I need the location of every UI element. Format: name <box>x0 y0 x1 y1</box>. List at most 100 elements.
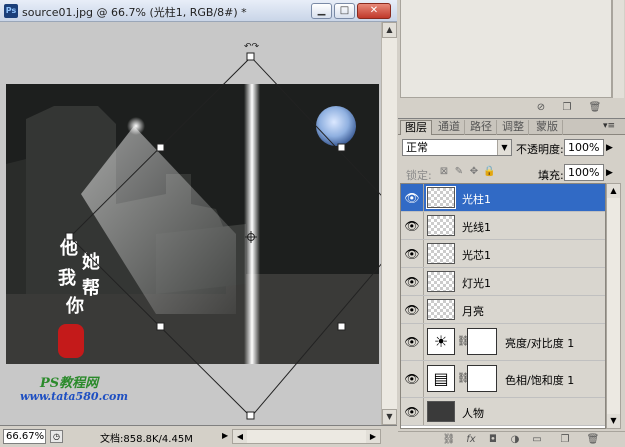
layer-name: 亮度/对比度 1 <box>505 337 575 350</box>
rotate-cursor-icon: ↶↷ <box>244 42 260 52</box>
scroll-up-arrow-icon[interactable]: ▲ <box>607 184 620 198</box>
canvas-area[interactable]: 他 她 我 帮 你 PS教程网 www.tata580.com ↶↷ <box>0 22 381 425</box>
status-bar: 66.67% ◷ 文档:858.8K/4.45M ▶ ◀ ▶ <box>0 425 397 447</box>
status-menu-arrow-icon[interactable]: ▶ <box>222 431 228 440</box>
fill-slider-arrow-icon[interactable]: ▶ <box>606 168 613 178</box>
transform-handle[interactable] <box>156 322 165 331</box>
new-item-icon[interactable]: ❐ <box>560 101 574 114</box>
eye-icon[interactable]: 👁 <box>404 190 420 206</box>
eye-icon[interactable]: 👁 <box>404 302 420 318</box>
tab-adjustments[interactable]: 调整 <box>498 120 529 135</box>
panel-tab-bar: 图层 通道 路径 调整 蒙版 ▾≡ <box>398 119 625 135</box>
lock-label: 锁定: <box>406 169 432 182</box>
cancel-circle-icon[interactable]: ⊘ <box>534 101 548 114</box>
layer-mask-thumbnail[interactable] <box>467 365 497 392</box>
eye-icon[interactable]: 👁 <box>404 371 420 387</box>
new-layer-icon[interactable]: ❐ <box>558 433 572 446</box>
chevron-down-icon[interactable]: ▼ <box>497 140 511 155</box>
upper-panel-content[interactable] <box>400 0 612 98</box>
status-info-icon[interactable]: ◷ <box>50 430 63 443</box>
zoom-level-field[interactable]: 66.67% <box>3 429 46 444</box>
maximize-button[interactable]: □ <box>334 3 355 19</box>
layer-row-brightness-contrast[interactable]: 👁 ☀ ⛓ 亮度/对比度 1 <box>401 324 605 361</box>
fill-label: 填充: <box>538 169 564 182</box>
layer-list: 👁 光柱1 👁 光线1 👁 光芯1 👁 灯光1 👁 月亮 👁 ☀ ⛓ 亮度/对比… <box>400 183 606 429</box>
transform-handle[interactable] <box>246 411 255 420</box>
layer-name: 月亮 <box>462 304 484 318</box>
lock-brush-icon[interactable]: ✎ <box>453 166 465 178</box>
scroll-right-arrow-icon[interactable]: ▶ <box>366 430 380 443</box>
opacity-slider-arrow-icon[interactable]: ▶ <box>606 143 613 153</box>
layer-row-hue-saturation[interactable]: 👁 ▤ ⛓ 色相/饱和度 1 <box>401 361 605 398</box>
tab-channels[interactable]: 通道 <box>434 120 465 135</box>
close-button[interactable]: ✕ <box>357 3 391 19</box>
layer-thumbnail[interactable] <box>427 401 455 422</box>
layer-name: 灯光1 <box>462 276 491 290</box>
document-window: Ps source01.jpg @ 66.7% (光柱1, RGB/8#) * … <box>0 0 397 447</box>
lock-position-icon[interactable]: ✥ <box>468 166 480 178</box>
eye-icon[interactable]: 👁 <box>404 334 420 350</box>
layer-list-scrollbar[interactable]: ▲ ▼ <box>606 183 621 429</box>
eye-icon[interactable]: 👁 <box>404 218 420 234</box>
transform-handle[interactable] <box>246 52 255 61</box>
add-mask-icon[interactable]: ◘ <box>486 433 500 446</box>
scroll-down-arrow-icon[interactable]: ▼ <box>382 409 397 425</box>
document-titlebar[interactable]: Ps source01.jpg @ 66.7% (光柱1, RGB/8#) * … <box>0 0 397 22</box>
document-title: source01.jpg @ 66.7% (光柱1, RGB/8#) * <box>22 6 247 19</box>
transform-handle[interactable] <box>156 143 165 152</box>
layer-row-moon[interactable]: 👁 月亮 <box>401 296 605 324</box>
trash-icon[interactable]: 🗑 <box>588 101 602 114</box>
blend-mode-value: 正常 <box>406 141 428 154</box>
eye-icon[interactable]: 👁 <box>404 246 420 262</box>
scroll-up-arrow-icon[interactable]: ▲ <box>382 22 397 38</box>
transform-bounding-box[interactable]: ↶↷ <box>0 22 381 425</box>
tab-paths[interactable]: 路径 <box>466 120 497 135</box>
new-group-folder-icon[interactable]: ▭ <box>530 433 544 446</box>
scroll-down-arrow-icon[interactable]: ▼ <box>607 414 620 428</box>
layer-style-fx-icon[interactable]: fx <box>464 433 478 446</box>
layer-row-person[interactable]: 👁 人物 <box>401 398 605 426</box>
sun-icon[interactable]: ☀ <box>427 328 455 355</box>
trash-icon[interactable]: 🗑 <box>586 433 600 446</box>
layer-name: 人物 <box>462 406 484 420</box>
tab-masks[interactable]: 蒙版 <box>532 120 563 135</box>
transform-handle[interactable] <box>65 232 74 241</box>
layer-name: 色相/饱和度 1 <box>505 374 575 387</box>
opacity-label: 不透明度: <box>516 143 564 156</box>
adjustment-layer-icon[interactable]: ◑ <box>508 433 522 446</box>
transform-center-point[interactable] <box>245 231 257 243</box>
layer-row-guangzhu1[interactable]: 👁 光柱1 <box>401 184 605 212</box>
transform-handle[interactable] <box>337 322 346 331</box>
upper-panel-footer: ⊘ ❐ 🗑 <box>398 100 625 116</box>
layer-thumbnail[interactable] <box>427 271 455 292</box>
layer-thumbnail[interactable] <box>426 186 456 209</box>
blend-mode-select[interactable]: 正常 ▼ <box>402 139 512 156</box>
lock-all-icon[interactable]: 🔒 <box>483 166 495 178</box>
layers-footer-toolbar: ⛓ fx ◘ ◑ ▭ ❐ 🗑 <box>398 431 625 447</box>
scroll-left-arrow-icon[interactable]: ◀ <box>233 430 247 443</box>
layer-row-guangxin1[interactable]: 👁 光芯1 <box>401 240 605 268</box>
layer-name: 光芯1 <box>462 248 491 262</box>
opacity-input[interactable]: 100% <box>564 139 604 156</box>
upper-panel-scrollbar[interactable] <box>612 0 624 98</box>
layer-thumbnail[interactable] <box>427 299 455 320</box>
fill-input[interactable]: 100% <box>564 164 604 181</box>
tab-layers[interactable]: 图层 <box>400 120 432 135</box>
layer-thumbnail[interactable] <box>427 243 455 264</box>
transform-handle[interactable] <box>337 143 346 152</box>
vertical-scrollbar[interactable]: ▲ ▼ <box>381 22 397 425</box>
eye-icon[interactable]: 👁 <box>404 274 420 290</box>
lock-transparency-icon[interactable]: ⊠ <box>438 166 450 178</box>
layer-mask-thumbnail[interactable] <box>467 328 497 355</box>
layers-panel: 图层 通道 路径 调整 蒙版 ▾≡ 正常 ▼ 不透明度: 100% ▶ 锁定: … <box>398 118 625 447</box>
layer-row-dengguang1[interactable]: 👁 灯光1 <box>401 268 605 296</box>
minimize-button[interactable]: ▁ <box>311 3 332 19</box>
hue-saturation-icon[interactable]: ▤ <box>427 365 455 392</box>
layer-row-guangxian1[interactable]: 👁 光线1 <box>401 212 605 240</box>
eye-icon[interactable]: 👁 <box>404 404 420 420</box>
panel-menu-icon[interactable]: ▾≡ <box>603 121 615 131</box>
layer-name: 光线1 <box>462 220 491 234</box>
link-layers-icon[interactable]: ⛓ <box>442 433 456 446</box>
horizontal-scrollbar[interactable]: ◀ ▶ <box>232 429 381 444</box>
layer-thumbnail[interactable] <box>427 215 455 236</box>
